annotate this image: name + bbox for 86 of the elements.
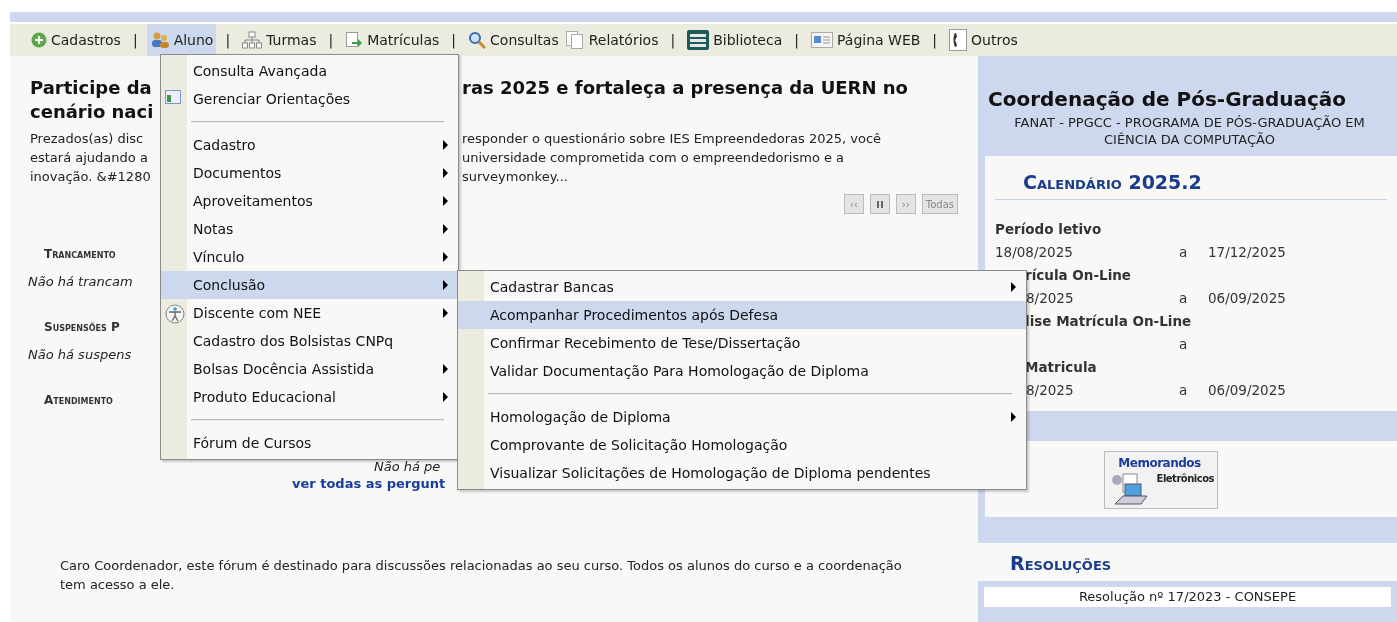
menu-item[interactable]: Aproveitamentos bbox=[161, 187, 458, 215]
memorandos-button[interactable]: Memorandos Eletrônicos bbox=[1104, 451, 1218, 509]
menu-item[interactable]: Comprovante de Solicitação Homologação bbox=[458, 431, 1026, 459]
date-separator: a bbox=[1179, 380, 1189, 400]
section-heading: Resoluções bbox=[1010, 552, 1112, 574]
menu-bar-item[interactable]: Biblioteca bbox=[684, 24, 786, 56]
menu-item[interactable]: Cadastro bbox=[161, 131, 458, 159]
people-icon bbox=[149, 31, 170, 49]
start-date: 8/2025 bbox=[1026, 381, 1074, 398]
end-date: 06/09/2025 bbox=[1208, 380, 1286, 400]
period-label: Período letivo bbox=[995, 220, 1102, 237]
books-icon bbox=[687, 30, 710, 50]
text-fragment: cenário naci bbox=[30, 101, 154, 122]
menu-item[interactable]: Homologação de Diploma bbox=[458, 403, 1026, 431]
window-icon bbox=[165, 90, 181, 104]
start-date: 18/08/2025 bbox=[995, 243, 1073, 260]
forum-note: Caro Coordenador, este fórum é destinado para discussões relacionadas ao seu curso. Todos os alunos do curso e a coordenação tem acesso a ele. bbox=[60, 557, 903, 594]
menu-bar-item[interactable]: Relatórios bbox=[561, 24, 662, 56]
text-fragment: Participe da bbox=[30, 77, 152, 98]
menu-item[interactable]: Validar Documentação Para Homologação de Diploma bbox=[458, 357, 1026, 385]
hierarchy-icon bbox=[242, 31, 263, 49]
document-arrow-icon bbox=[345, 31, 364, 49]
menu-item[interactable]: Vínculo bbox=[161, 243, 458, 271]
menu-item[interactable]: Acompanhar Procedimentos após Defesa bbox=[458, 301, 1026, 329]
section-title: Atendimento bbox=[44, 393, 113, 407]
menu-item[interactable]: Notas bbox=[161, 215, 458, 243]
menu-bar-item[interactable]: Outros bbox=[946, 24, 1021, 56]
menu-item[interactable]: Produto Educacional bbox=[161, 383, 458, 411]
menu-item[interactable]: Documentos bbox=[161, 159, 458, 187]
menu-item[interactable]: Conclusão bbox=[161, 271, 458, 299]
menu-separator: | bbox=[794, 30, 799, 51]
program-name: FANAT - PPGCC - PROGRAMA DE PÓS-GRADUAÇÃO EM CIÊNCIA DA COMPUTAÇÃO bbox=[1014, 115, 1365, 147]
text-fragment: ras 2025 e fortaleça a presença da UERN no bbox=[462, 76, 908, 100]
menu-separator: | bbox=[451, 30, 457, 51]
menu-bar-item[interactable]: Cadastros bbox=[28, 24, 124, 56]
menu-separator: | bbox=[932, 30, 938, 51]
text-fragment: surveymonkey... bbox=[462, 168, 568, 186]
menu-bar-item[interactable]: Matrículas bbox=[342, 24, 443, 56]
menu-item[interactable]: Consulta Avançada bbox=[161, 57, 458, 85]
menu-item[interactable]: Discente com NEE bbox=[161, 299, 458, 327]
text-fragment: inovação. &#1280 bbox=[30, 169, 151, 184]
menu-separator: | bbox=[328, 30, 334, 51]
menu-separator: | bbox=[670, 30, 676, 51]
plus-icon bbox=[31, 32, 47, 48]
end-date: 17/12/2025 bbox=[1208, 242, 1286, 262]
documents-icon bbox=[564, 30, 585, 50]
empty-message: Não há trancam bbox=[28, 273, 133, 289]
section-title: Trancamento bbox=[44, 247, 116, 261]
menu-item[interactable]: Cadastrar Bancas bbox=[458, 273, 1026, 301]
menu-bar-item[interactable]: Aluno bbox=[146, 24, 217, 56]
resolution-link[interactable]: Resolução nº 17/2023 - CONSEPE bbox=[984, 587, 1391, 607]
empty-message: Não há pe bbox=[374, 459, 441, 474]
end-date: 06/09/2025 bbox=[1208, 288, 1286, 308]
panel-title: Coordenação de Pós-Graduação bbox=[988, 87, 1347, 111]
date-separator: a bbox=[1179, 288, 1189, 308]
accessibility-icon bbox=[165, 304, 185, 324]
calendar-title: Calendário 2025.2 bbox=[1023, 171, 1202, 193]
text-fragment: universidade comprometida com o empreendedorismo e a bbox=[462, 149, 845, 167]
empty-message: Não há suspens bbox=[28, 346, 132, 362]
period-label: rícula On-Line bbox=[1025, 266, 1132, 283]
menu-item[interactable]: Cadastro dos Bolsistas CNPq bbox=[161, 327, 458, 355]
section-title: Suspensões P bbox=[44, 320, 120, 334]
computer-icon bbox=[1111, 472, 1151, 506]
menu-item[interactable]: Visualizar Solicitações de Homologação de Diploma pendentes bbox=[458, 459, 1026, 487]
menu-separator: | bbox=[132, 30, 138, 51]
menu-item[interactable]: Bolsas Docência Assistida bbox=[161, 355, 458, 383]
menu-bar-item[interactable]: Turmas bbox=[239, 24, 320, 56]
text-fragment: Prezados(as) disc bbox=[30, 131, 144, 146]
menu-item[interactable]: Confirmar Recebimento de Tese/Dissertação bbox=[458, 329, 1026, 357]
pause-icon bbox=[876, 200, 883, 208]
questions-link[interactable]: ver todas as pergunt bbox=[292, 476, 446, 491]
search-icon bbox=[468, 31, 487, 49]
menu-item[interactable]: Fórum de Cursos bbox=[161, 429, 458, 457]
web-page-icon bbox=[811, 32, 833, 48]
pause-button[interactable] bbox=[869, 194, 890, 214]
menu-separator: | bbox=[225, 30, 231, 51]
date-separator: a bbox=[1179, 242, 1189, 262]
start-date: 8/2025 bbox=[1026, 289, 1074, 306]
menu-bar-item[interactable]: Página WEB bbox=[808, 24, 924, 56]
menu-item[interactable]: Gerenciar Orientações bbox=[161, 85, 458, 113]
period-label: Matricula bbox=[1025, 358, 1097, 375]
text-fragment: estará ajudando a bbox=[30, 150, 148, 165]
menu-bar-item[interactable]: Consultas bbox=[465, 24, 562, 56]
date-separator: a bbox=[1179, 334, 1189, 354]
text-fragment: responder o questionário sobre IES Empreendedoras 2025, você bbox=[462, 130, 882, 148]
phone-icon bbox=[949, 29, 968, 51]
